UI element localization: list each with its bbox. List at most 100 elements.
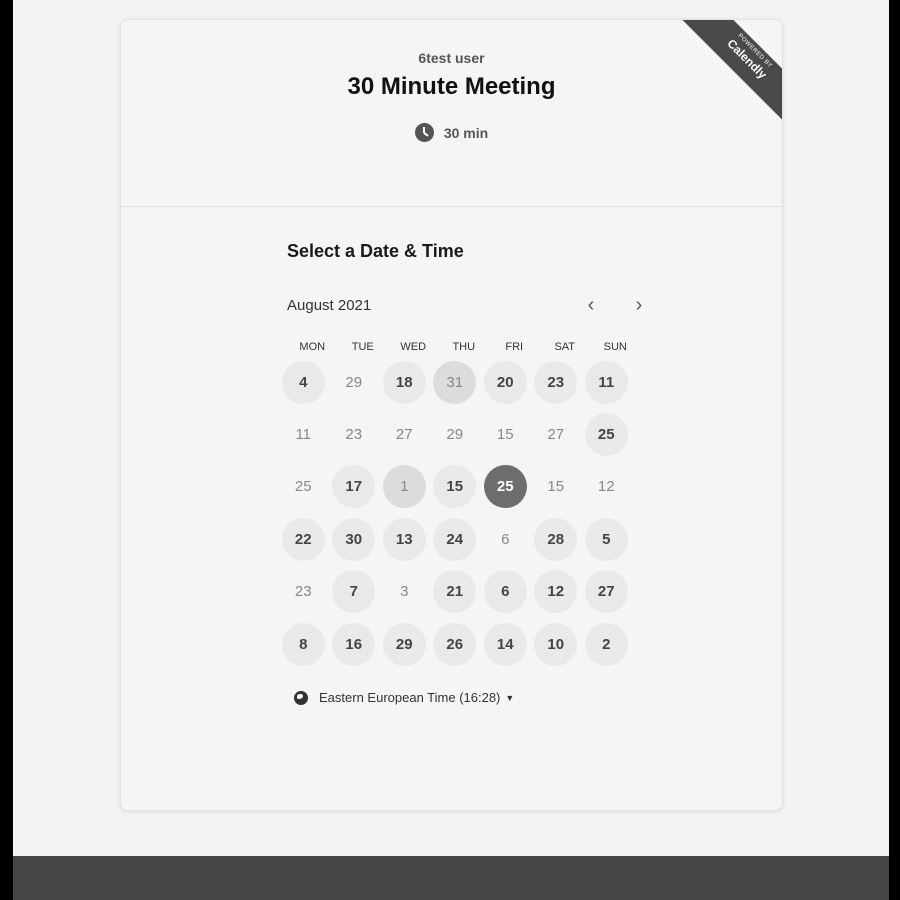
calendar-day[interactable]: 10 — [531, 618, 582, 670]
month-nav-buttons: ‹ › — [581, 294, 649, 316]
calendar-day[interactable]: 5 — [581, 513, 632, 565]
timezone-label[interactable]: Eastern European Time (16:28) — [319, 690, 500, 705]
calendar-day: 29 — [329, 356, 380, 408]
day-number[interactable]: 15 — [433, 465, 477, 509]
day-number: 12 — [597, 478, 615, 496]
next-month-button[interactable]: › — [629, 294, 649, 316]
day-number[interactable]: 16 — [332, 622, 376, 666]
section-title: Select a Date & Time — [287, 241, 464, 261]
calendar-day: 15 — [480, 408, 531, 460]
calendar-day: 25 — [278, 461, 329, 513]
calendar-day[interactable]: 28 — [531, 513, 582, 565]
day-number: 27 — [547, 426, 565, 444]
day-number[interactable]: 28 — [534, 517, 578, 561]
calendar-day[interactable]: 23 — [531, 356, 582, 408]
prev-month-button[interactable]: ‹ — [581, 294, 601, 316]
day-number: 23 — [294, 583, 312, 601]
calendar-day[interactable]: 25 — [581, 408, 632, 460]
day-number[interactable]: 26 — [433, 622, 477, 666]
day-number[interactable]: 5 — [584, 517, 628, 561]
ribbon[interactable]: POWERED BY Calendly — [677, 20, 782, 125]
day-number: 29 — [345, 373, 363, 391]
footer-bar — [13, 856, 889, 900]
day-number[interactable]: 8 — [281, 622, 325, 666]
calendar-day: 6 — [480, 513, 531, 565]
calendar-day: 27 — [379, 408, 430, 460]
day-number[interactable]: 23 — [534, 360, 578, 404]
day-number[interactable]: 17 — [332, 465, 376, 509]
day-number: 25 — [294, 478, 312, 496]
calendar-day[interactable]: 30 — [329, 513, 380, 565]
calendar-day[interactable]: 13 — [379, 513, 430, 565]
calendar-day[interactable]: 22 — [278, 513, 329, 565]
day-number[interactable]: 25 — [483, 465, 527, 509]
day-number[interactable]: 10 — [534, 622, 578, 666]
globe-icon — [294, 690, 308, 705]
day-number[interactable]: 25 — [584, 413, 628, 457]
calendar-day[interactable]: 26 — [430, 618, 481, 670]
calendar-day: 3 — [379, 566, 430, 618]
day-number[interactable]: 30 — [332, 517, 376, 561]
day-number[interactable]: 7 — [332, 570, 376, 614]
day-number: 29 — [446, 426, 464, 444]
event-duration: 30 min — [121, 123, 782, 142]
calendar-day[interactable]: 24 — [430, 513, 481, 565]
calendar-day[interactable]: 29 — [379, 618, 430, 670]
day-number[interactable]: 13 — [382, 517, 426, 561]
calendar-day[interactable]: 8 — [278, 618, 329, 670]
month-label: August 2021 — [287, 296, 372, 314]
badge-powered-text: POWERED BY — [736, 32, 774, 70]
day-number[interactable]: 4 — [281, 360, 325, 404]
calendar-day[interactable]: 1 — [379, 461, 430, 513]
calendar-day[interactable]: 15 — [430, 461, 481, 513]
calendar-day[interactable]: 27 — [581, 566, 632, 618]
timezone-selector[interactable]: Eastern European Time (16:28) ▼ — [294, 690, 657, 705]
calendar-day[interactable]: 2 — [581, 618, 632, 670]
weekday-label: FRI — [505, 341, 524, 353]
day-number[interactable]: 11 — [584, 360, 628, 404]
calendar-day[interactable]: 25 — [480, 461, 531, 513]
calendar-day: 23 — [278, 566, 329, 618]
day-number[interactable]: 31 — [433, 360, 477, 404]
date-picker-section: Select a Date & Time August 2021 ‹ › MON… — [281, 241, 657, 705]
calendar-day[interactable]: 20 — [480, 356, 531, 408]
calendar-day: 12 — [581, 461, 632, 513]
page-background: POWERED BY Calendly 6test user 30 Minute… — [13, 0, 889, 900]
day-number[interactable]: 6 — [483, 570, 527, 614]
calendar-day[interactable]: 11 — [581, 356, 632, 408]
calendar-day[interactable]: 7 — [329, 566, 380, 618]
day-number[interactable]: 24 — [433, 517, 477, 561]
calendar-day[interactable]: 31 — [430, 356, 481, 408]
caret-down-icon[interactable]: ▼ — [505, 693, 514, 703]
day-number[interactable]: 21 — [433, 570, 477, 614]
day-number: 15 — [547, 478, 565, 496]
weekday-label: SUN — [603, 341, 627, 353]
day-number[interactable]: 22 — [281, 517, 325, 561]
day-number: 27 — [395, 426, 413, 444]
powered-by-badge[interactable]: POWERED BY Calendly — [677, 20, 782, 125]
day-number: 23 — [345, 426, 363, 444]
day-number[interactable]: 27 — [584, 570, 628, 614]
calendar-day[interactable]: 17 — [329, 461, 380, 513]
day-number[interactable]: 1 — [382, 465, 426, 509]
calendar-day[interactable]: 12 — [531, 566, 582, 618]
month-navigation: August 2021 ‹ › — [287, 294, 657, 316]
calendar-day[interactable]: 4 — [278, 356, 329, 408]
day-number[interactable]: 18 — [382, 360, 426, 404]
booking-card: POWERED BY Calendly 6test user 30 Minute… — [120, 19, 783, 811]
day-number: 6 — [501, 530, 510, 548]
calendar-grid: 4 29 18 31 20 23 11 11 23 27 29 15 27 25 25 17 1 15 25 15 12… — [278, 356, 657, 670]
calendar-day[interactable]: 6 — [480, 566, 531, 618]
calendar-day: 27 — [531, 408, 582, 460]
day-number[interactable]: 2 — [584, 622, 628, 666]
day-number[interactable]: 29 — [382, 622, 426, 666]
day-number[interactable]: 20 — [483, 360, 527, 404]
calendar-day: 15 — [531, 461, 582, 513]
calendar-day[interactable]: 18 — [379, 356, 430, 408]
calendar-day[interactable]: 16 — [329, 618, 380, 670]
day-number[interactable]: 14 — [483, 622, 527, 666]
calendar-day[interactable]: 14 — [480, 618, 531, 670]
day-number[interactable]: 12 — [534, 570, 578, 614]
calendar-day[interactable]: 21 — [430, 566, 481, 618]
clock-icon — [414, 123, 434, 142]
